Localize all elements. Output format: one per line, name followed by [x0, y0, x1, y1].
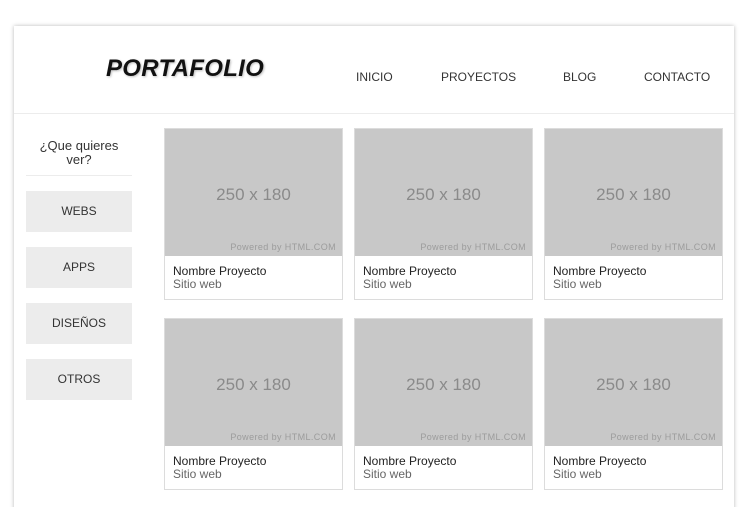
project-type: Sitio web [173, 467, 222, 481]
filter-sidebar: ¿Que quieres ver? WEBS APPS DISEÑOS OTRO… [26, 114, 132, 400]
project-meta: Nombre Proyecto Sitio web [553, 455, 646, 481]
nav-link-proyectos[interactable]: PROYECTOS [441, 70, 516, 84]
project-thumbnail: 250 x 180 Powered by HTML.COM [355, 129, 532, 256]
filter-question: ¿Que quieres ver? [26, 139, 132, 176]
filter-button-webs[interactable]: WEBS [26, 191, 132, 232]
project-card[interactable]: 250 x 180 Powered by HTML.COM Nombre Pro… [544, 318, 723, 490]
thumbnail-size-label: 250 x 180 [596, 375, 671, 394]
project-card[interactable]: 250 x 180 Powered by HTML.COM Nombre Pro… [354, 318, 533, 490]
thumbnail-watermark: Powered by HTML.COM [610, 242, 716, 252]
project-thumbnail: 250 x 180 Powered by HTML.COM [545, 129, 722, 256]
thumbnail-watermark: Powered by HTML.COM [230, 432, 336, 442]
project-thumbnail: 250 x 180 Powered by HTML.COM [165, 129, 342, 256]
site-header: PORTAFOLIO INICIO PROYECTOS BLOG CONTACT… [14, 26, 734, 114]
project-type: Sitio web [173, 277, 222, 291]
thumbnail-size-label: 250 x 180 [216, 375, 291, 394]
thumbnail-watermark: Powered by HTML.COM [420, 242, 526, 252]
project-type: Sitio web [363, 277, 412, 291]
project-type: Sitio web [553, 467, 602, 481]
filter-button-disenos[interactable]: DISEÑOS [26, 303, 132, 344]
filter-button-otros[interactable]: OTROS [26, 359, 132, 400]
project-meta: Nombre Proyecto Sitio web [553, 265, 646, 291]
project-card[interactable]: 250 x 180 Powered by HTML.COM Nombre Pro… [164, 318, 343, 490]
project-type: Sitio web [363, 467, 412, 481]
nav-link-contacto[interactable]: CONTACTO [644, 70, 710, 84]
project-type: Sitio web [553, 277, 602, 291]
project-meta: Nombre Proyecto Sitio web [363, 455, 456, 481]
page-frame: PORTAFOLIO INICIO PROYECTOS BLOG CONTACT… [14, 26, 734, 507]
project-card[interactable]: 250 x 180 Powered by HTML.COM Nombre Pro… [164, 128, 343, 300]
project-thumbnail: 250 x 180 Powered by HTML.COM [165, 319, 342, 446]
project-meta: Nombre Proyecto Sitio web [173, 265, 266, 291]
project-thumbnail: 250 x 180 Powered by HTML.COM [545, 319, 722, 446]
project-meta: Nombre Proyecto Sitio web [363, 265, 456, 291]
project-card[interactable]: 250 x 180 Powered by HTML.COM Nombre Pro… [354, 128, 533, 300]
thumbnail-watermark: Powered by HTML.COM [610, 432, 716, 442]
thumbnail-watermark: Powered by HTML.COM [230, 242, 336, 252]
thumbnail-size-label: 250 x 180 [596, 185, 671, 204]
project-card[interactable]: 250 x 180 Powered by HTML.COM Nombre Pro… [544, 128, 723, 300]
project-meta: Nombre Proyecto Sitio web [173, 455, 266, 481]
thumbnail-size-label: 250 x 180 [216, 185, 291, 204]
filter-button-apps[interactable]: APPS [26, 247, 132, 288]
nav-link-blog[interactable]: BLOG [563, 70, 596, 84]
main-nav: INICIO PROYECTOS BLOG CONTACTO [14, 70, 734, 86]
thumbnail-watermark: Powered by HTML.COM [420, 432, 526, 442]
nav-link-inicio[interactable]: INICIO [356, 70, 393, 84]
thumbnail-size-label: 250 x 180 [406, 185, 481, 204]
project-thumbnail: 250 x 180 Powered by HTML.COM [355, 319, 532, 446]
thumbnail-size-label: 250 x 180 [406, 375, 481, 394]
